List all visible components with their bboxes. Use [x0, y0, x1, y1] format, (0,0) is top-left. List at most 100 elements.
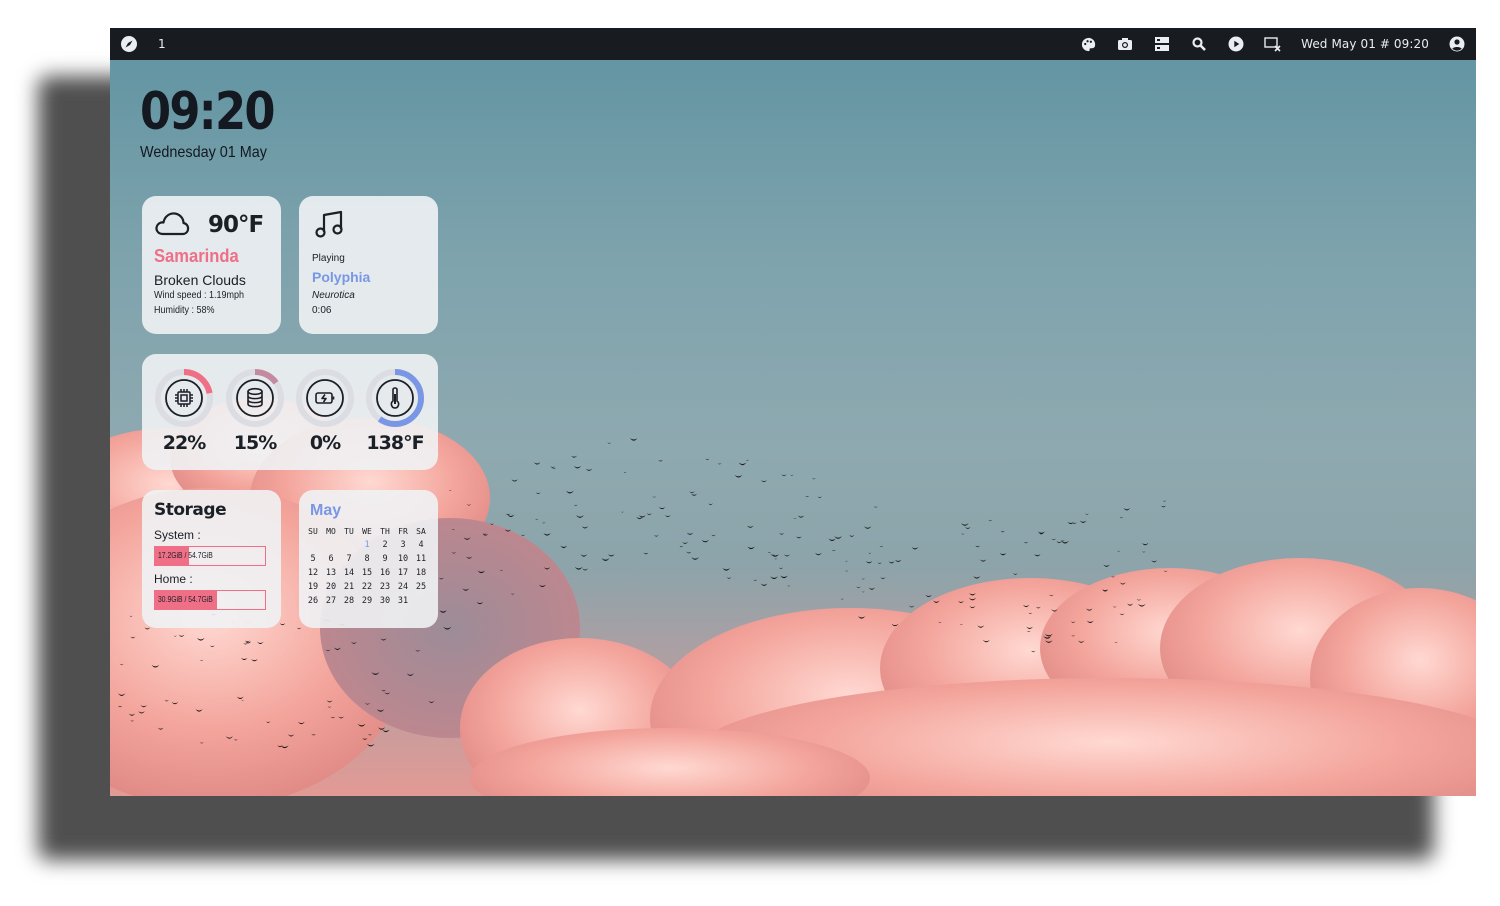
calendar-day[interactable]: 14 — [340, 567, 358, 580]
bird — [726, 577, 732, 579]
bird — [767, 551, 772, 553]
bird — [580, 554, 588, 557]
bird — [975, 545, 981, 548]
bird — [865, 561, 873, 564]
calendar-day[interactable]: 1 — [358, 539, 376, 552]
calendar-day[interactable]: 17 — [394, 567, 412, 580]
calendar-day[interactable]: 16 — [376, 567, 394, 580]
workspace-indicator[interactable]: 1 — [158, 37, 166, 51]
bird — [796, 536, 802, 539]
calendar-day[interactable]: 25 — [412, 581, 430, 594]
camera-icon[interactable] — [1116, 35, 1134, 53]
bird — [778, 567, 784, 569]
screen-off-icon[interactable] — [1264, 35, 1282, 53]
bar-left: 1 — [120, 35, 166, 53]
bird — [717, 462, 722, 465]
bird — [787, 585, 791, 587]
calendar-day[interactable]: 2 — [376, 539, 394, 552]
bird — [1160, 505, 1167, 508]
music-note-icon — [313, 208, 345, 245]
bird — [1162, 500, 1167, 502]
calendar-day[interactable]: 23 — [376, 581, 394, 594]
play-icon[interactable] — [1227, 35, 1245, 53]
bird — [542, 522, 546, 524]
calendar-day[interactable]: 5 — [304, 553, 322, 566]
bird — [868, 552, 872, 554]
bird — [682, 541, 688, 544]
bird — [861, 578, 865, 580]
calendar-day[interactable]: 18 — [412, 567, 430, 580]
weather-temperature: 90°F — [208, 212, 264, 238]
music-position: 0:06 — [312, 305, 332, 316]
compass-icon[interactable] — [120, 35, 138, 53]
bird — [864, 526, 872, 529]
bird — [646, 513, 652, 515]
calendar-day[interactable]: 12 — [304, 567, 322, 580]
system-storage-usage: 17.2GiB / 54.7GiB — [158, 551, 213, 560]
system-storage-label: System : — [154, 528, 201, 542]
bird — [868, 587, 875, 590]
bird — [701, 539, 709, 543]
bird — [760, 583, 768, 586]
calendar-weekday: TH — [380, 527, 390, 536]
storage-widget: Storage System : 17.2GiB / 54.7GiB Home … — [142, 490, 281, 628]
calendar-day[interactable]: 4 — [412, 539, 430, 552]
bird — [629, 438, 638, 441]
bird — [505, 513, 511, 516]
bird — [856, 586, 861, 589]
bar-clock[interactable]: Wed May 01 # 09:20 — [1301, 37, 1429, 51]
calendar-day[interactable]: 3 — [394, 539, 412, 552]
bird — [1151, 560, 1158, 563]
bird — [979, 559, 987, 562]
calendar-day[interactable]: 27 — [322, 595, 340, 608]
bird — [566, 490, 574, 494]
user-circle-icon[interactable] — [1448, 35, 1466, 53]
bird — [793, 517, 797, 519]
calendar-day[interactable]: 10 — [394, 553, 412, 566]
bird — [607, 442, 611, 444]
bird — [745, 459, 750, 461]
home-storage-usage: 30.9GiB / 54.7GiB — [158, 595, 213, 604]
calendar-day[interactable]: 26 — [304, 595, 322, 608]
calendar-day[interactable]: 31 — [394, 595, 412, 608]
bird — [601, 558, 610, 561]
weather-condition: Broken Clouds — [154, 272, 246, 288]
bird — [658, 459, 664, 462]
bird — [711, 534, 716, 537]
calendar-day[interactable]: 20 — [322, 581, 340, 594]
calendar-day[interactable]: 21 — [340, 581, 358, 594]
calendar-day[interactable]: 15 — [358, 567, 376, 580]
calendar-day[interactable]: 30 — [376, 595, 394, 608]
bird — [581, 526, 589, 529]
calendar-day[interactable]: 6 — [322, 553, 340, 566]
bird — [691, 493, 698, 496]
calendar-day[interactable]: 8 — [358, 553, 376, 566]
search-icon[interactable] — [1190, 35, 1208, 53]
bird — [1141, 542, 1149, 546]
calendar-day — [322, 539, 340, 552]
bird — [834, 536, 842, 539]
bird — [585, 468, 593, 471]
calendar-day[interactable]: 13 — [322, 567, 340, 580]
bird — [797, 515, 805, 518]
calendar-day[interactable]: 19 — [304, 581, 322, 594]
bird — [1051, 538, 1057, 541]
music-widget[interactable]: Playing Polyphia Neurotica 0:06 — [299, 196, 438, 334]
calendar-day[interactable]: 11 — [412, 553, 430, 566]
weather-wind: Wind speed : 1.19mph — [154, 290, 245, 301]
bird — [1037, 531, 1045, 534]
calendar-day[interactable]: 9 — [376, 553, 394, 566]
calendar-day[interactable]: 28 — [340, 595, 358, 608]
bar-right: Wed May 01 # 09:20 — [1079, 35, 1466, 53]
bird — [638, 515, 646, 518]
calendar-day[interactable]: 24 — [394, 581, 412, 594]
bird — [382, 729, 390, 733]
calendar-day[interactable]: 7 — [340, 553, 358, 566]
calendar-day[interactable]: 29 — [358, 595, 376, 608]
server-icon[interactable] — [1153, 35, 1171, 53]
palette-icon[interactable] — [1079, 35, 1097, 53]
bird — [780, 575, 788, 579]
bird — [734, 474, 743, 478]
home-storage-bar: 30.9GiB / 54.7GiB — [154, 590, 266, 610]
calendar-day[interactable]: 22 — [358, 581, 376, 594]
